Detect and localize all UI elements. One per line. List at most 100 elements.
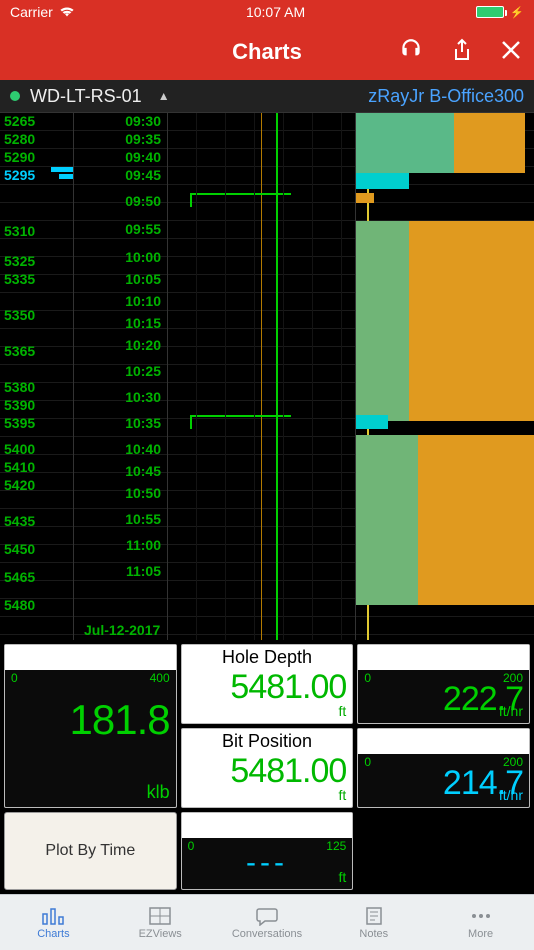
clock: 10:07 AM	[246, 4, 305, 20]
depth-tick: 5450	[4, 541, 35, 557]
gauge-hi: 400	[150, 671, 170, 685]
bottom-tab-bar: Charts EZViews Conversations Notes More	[0, 894, 534, 950]
gauge-value: 5481.00	[188, 752, 347, 791]
battery-icon	[476, 6, 504, 18]
date-stamp: Jul-12-2017	[84, 622, 160, 638]
depth-tick: 5350	[4, 307, 35, 323]
support-icon[interactable]	[398, 37, 424, 68]
gauge-hi: 200	[503, 755, 523, 769]
depth-tick: 5335	[4, 271, 35, 287]
gauge-title: Hook Load	[5, 647, 176, 668]
time-tick: 10:05	[125, 271, 161, 287]
session-name[interactable]: zRayJr B-Office300	[368, 86, 524, 107]
hook-load-baseline	[261, 113, 262, 640]
tab-notes[interactable]: Notes	[320, 895, 427, 950]
time-track[interactable]: 09:3009:3509:4009:4509:5009:5510:0010:05…	[74, 113, 168, 640]
device-subheader[interactable]: WD-LT-RS-01 ▲ zRayJr B-Office300	[0, 80, 534, 112]
depth-tick: 5380	[4, 379, 35, 395]
hook-load-track[interactable]	[168, 113, 356, 640]
depth-tick: 5400	[4, 441, 35, 457]
time-tick: 09:30	[125, 113, 161, 129]
time-tick: 10:30	[125, 389, 161, 405]
depth-tick: 5280	[4, 131, 35, 147]
time-tick: 09:35	[125, 131, 161, 147]
gauge-lo: 0	[364, 755, 371, 769]
gauge-unit: ft/hr	[499, 703, 523, 719]
current-depth-marker	[0, 167, 73, 179]
device-name: WD-LT-RS-01	[30, 86, 142, 107]
gauge-hi: 125	[326, 839, 346, 853]
bit-position-card[interactable]: Bit Position 5481.00 ft	[181, 728, 354, 808]
depth-tick: 5390	[4, 397, 35, 413]
charging-icon: ⚡	[510, 6, 524, 19]
tab-label: Notes	[359, 928, 388, 940]
depth-tick: 5265	[4, 113, 35, 129]
gauge-hi: 200	[503, 671, 523, 685]
time-tick: 11:00	[126, 537, 161, 553]
time-tick: 10:10	[125, 293, 161, 309]
rop-track[interactable]	[356, 113, 534, 640]
plot-by-time-label: Plot By Time	[45, 842, 135, 860]
page-title: Charts	[232, 39, 302, 65]
depth-tick: 5365	[4, 343, 35, 359]
app-header: Charts	[0, 24, 534, 80]
gauge-value: ---	[188, 846, 347, 880]
strip-chart-area[interactable]: 5265528052905295531053255335535053655380…	[0, 112, 534, 640]
depth-tick: 5420	[4, 477, 35, 493]
depth-tick: 5290	[4, 149, 35, 165]
time-tick: 10:50	[125, 485, 161, 501]
share-icon[interactable]	[450, 37, 474, 68]
gauge-unit: klb	[147, 782, 170, 803]
gauge-title: ROP - Fast	[358, 731, 529, 752]
plot-by-time-button[interactable]: Plot By Time	[4, 812, 177, 890]
rop-fast-card[interactable]: ROP - Fast 0 200 214.7 ft/hr	[357, 728, 530, 808]
gauge-lo: 0	[188, 839, 195, 853]
time-tick: 09:45	[125, 167, 161, 183]
gauge-title: Bit Position	[188, 731, 347, 752]
time-tick: 10:00	[125, 249, 161, 265]
gauge-unit: ft/hr	[499, 787, 523, 803]
hole-depth-card[interactable]: Hole Depth 5481.00 ft	[181, 644, 354, 724]
hook-load-trace	[276, 113, 278, 640]
time-tick: 10:20	[125, 337, 161, 353]
tab-more[interactable]: More	[427, 895, 534, 950]
gauge-unit: ft	[339, 869, 347, 885]
time-tick: 11:05	[126, 563, 161, 579]
gauge-lo: 0	[11, 671, 18, 685]
time-tick: 10:25	[125, 363, 161, 379]
tab-label: EZViews	[139, 928, 182, 940]
depth-tick: 5435	[4, 513, 35, 529]
depth-tick: 5395	[4, 415, 35, 431]
rop-trace	[356, 113, 534, 640]
gauge-lo: 0	[364, 671, 371, 685]
gauge-title: Hole Depth	[188, 647, 347, 668]
gauge-value: 5481.00	[188, 668, 347, 707]
tab-label: Charts	[37, 928, 69, 940]
time-tick: 10:35	[125, 415, 161, 431]
tab-conversations[interactable]: Conversations	[214, 895, 321, 950]
carrier-label: Carrier	[10, 4, 53, 20]
hook-load-card[interactable]: Hook Load 0 400 181.8 klb	[4, 644, 177, 808]
gauge-unit: ft	[339, 787, 347, 803]
close-icon[interactable]	[500, 39, 522, 66]
gauge-title: ROP - Average	[358, 647, 529, 668]
time-tick: 09:40	[125, 149, 161, 165]
gauge-panel: Hole Depth 5481.00 ft Hook Load 0 400 18…	[0, 640, 534, 894]
tab-charts[interactable]: Charts	[0, 895, 107, 950]
tab-label: More	[468, 928, 493, 940]
status-bar: Carrier 10:07 AM ⚡	[0, 0, 534, 24]
time-tick: 09:50	[125, 193, 161, 209]
rop-avg-card[interactable]: ROP - Average 0 200 222.7 ft/hr	[357, 644, 530, 724]
block-height-card[interactable]: Block Height 0 125 --- ft	[181, 812, 354, 890]
depth-track[interactable]: 5265528052905295531053255335535053655380…	[0, 113, 74, 640]
depth-tick: 5480	[4, 597, 35, 613]
gauge-title: Block Height	[182, 815, 353, 836]
gauge-unit: ft	[339, 703, 347, 719]
connection-status-icon	[10, 91, 20, 101]
time-tick: 10:15	[125, 315, 161, 331]
chevron-up-icon[interactable]: ▲	[158, 89, 170, 103]
depth-tick: 5410	[4, 459, 35, 475]
time-tick: 10:40	[125, 441, 161, 457]
depth-tick: 5310	[4, 223, 35, 239]
tab-ezviews[interactable]: EZViews	[107, 895, 214, 950]
